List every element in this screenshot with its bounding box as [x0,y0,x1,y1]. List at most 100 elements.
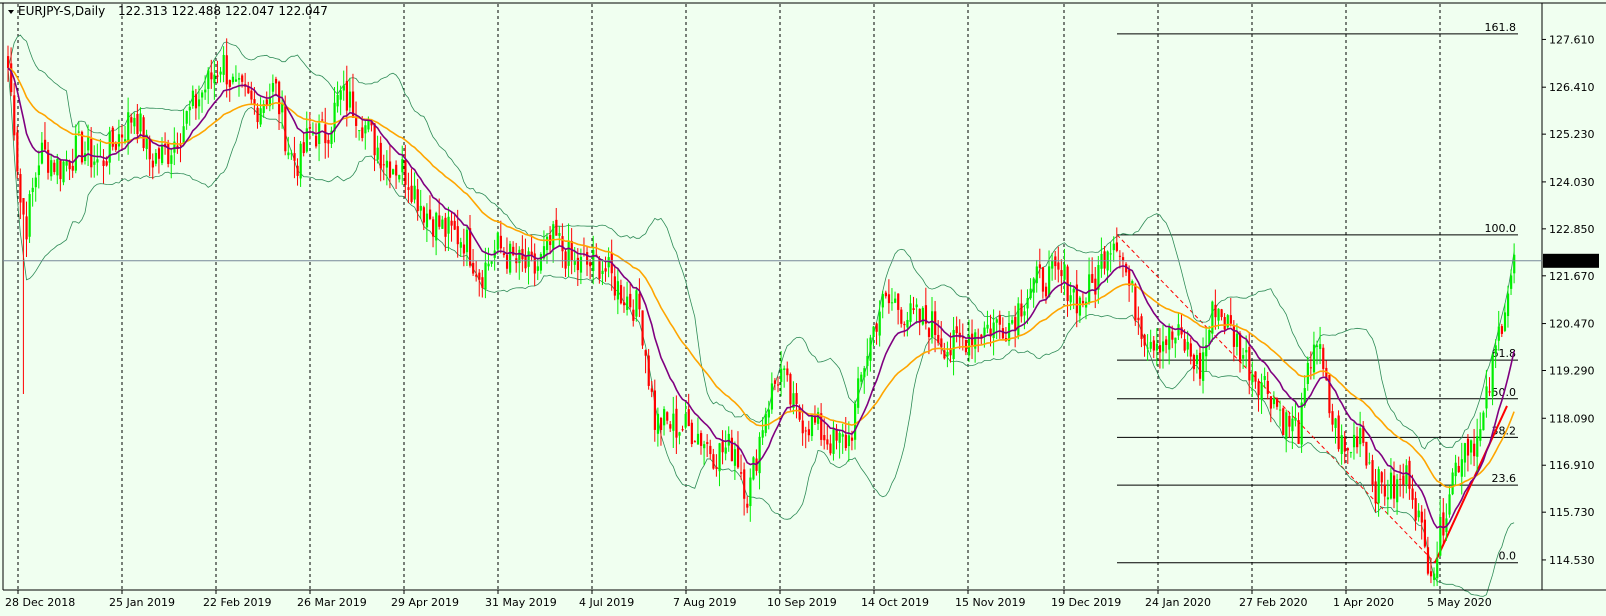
bear-candle [1134,284,1137,321]
bear-candle [712,454,715,469]
bull-candle [509,243,512,273]
bear-candle [613,276,616,296]
bear-candle [502,253,506,256]
bull-candle [758,436,761,474]
bear-candle [604,268,607,272]
bear-candle [940,338,943,348]
bull-candle [894,298,897,303]
bull-candle [170,155,173,164]
bear-candle [7,56,10,69]
fib-level-label: 23.6 [1492,472,1517,485]
bear-candle [1223,317,1226,330]
bull-candle [1451,472,1454,495]
bear-candle [1140,316,1143,339]
bear-candle [955,326,958,334]
bear-candle [884,292,887,297]
bear-candle [555,219,558,236]
bear-candle [777,384,780,386]
bear-candle [1383,484,1386,497]
bear-candle [693,441,697,443]
bear-candle [1060,270,1063,277]
price-chart[interactable]: 161.8100.061.850.038.223.60.0 127.610126… [0,0,1606,612]
bull-candle [573,260,576,265]
bear-candle [308,127,312,129]
bear-candle [820,413,823,440]
bear-candle [1442,512,1445,536]
bull-candle [539,254,543,271]
bull-candle [419,205,422,211]
bull-candle [435,212,438,241]
bear-candle [1198,352,1202,379]
bull-candle [703,444,706,449]
bull-candle [401,159,404,173]
bear-candle [450,220,453,226]
bull-candle [490,261,493,264]
bear-candle [850,437,854,441]
y-tick-label: 116.910 [1549,459,1595,472]
bear-candle [653,390,656,430]
bear-candle [1393,475,1396,499]
x-tick-label: 31 May 2019 [485,596,557,609]
bear-candle [1337,415,1340,450]
bear-candle [438,215,441,227]
bull-candle [1497,326,1500,341]
bull-candle [231,76,235,83]
bull-candle [552,224,555,249]
bull-candle [1162,341,1165,352]
bull-candle [108,131,111,163]
bear-candle [327,139,330,144]
bull-candle [1312,344,1316,373]
bear-candle [130,117,133,123]
bull-candle [749,477,752,507]
bear-candle [1473,443,1476,457]
y-tick-label: 122.850 [1549,223,1595,236]
bull-candle [1029,288,1032,299]
bull-candle [1316,345,1319,347]
bull-candle [1463,443,1467,463]
bull-candle [946,351,949,357]
bull-candle [487,263,490,267]
bull-candle [854,403,857,440]
bull-candle [992,322,995,338]
bear-candle [296,165,299,176]
bear-candle [998,314,1001,325]
chart-window[interactable]: 161.8 100.0 61.8 50.0 38.2 23.6 0.0 127.610 126… [0,0,1606,612]
x-tick-label: 19 Dec 2019 [1051,596,1121,609]
bear-candle [1322,347,1325,369]
bull-candle [1436,558,1439,579]
bull-candle [398,174,401,180]
bear-candle [1001,328,1005,339]
bull-candle [1285,412,1288,439]
bull-candle [684,413,687,428]
bear-candle [1103,251,1106,269]
bear-candle [1414,498,1417,521]
bull-candle [1479,429,1482,441]
bull-candle [783,368,786,371]
bull-candle [952,329,955,360]
bear-candle [801,420,804,434]
bear-candle [284,104,287,152]
bear-candle [1038,264,1041,268]
bull-candle [1396,479,1399,503]
bear-candle [826,439,829,445]
bear-candle [706,442,709,444]
bull-candle [367,120,370,130]
x-tick-label: 26 Mar 2019 [297,596,367,609]
bull-candle [1291,418,1294,432]
bull-candle [764,413,767,433]
x-tick-label: 5 May 2020 [1427,596,1492,609]
bull-candle [678,432,681,436]
bear-candle [900,309,903,324]
bear-candle [1466,438,1470,456]
bull-candle [906,319,909,328]
bear-candle [1091,274,1094,283]
bull-candle [234,79,238,82]
bear-candle [16,132,19,172]
bull-candle [1485,386,1488,409]
bear-candle [1057,262,1060,270]
bull-candle [878,311,881,336]
bull-candle [672,413,675,431]
y-tick-label: 124.030 [1549,176,1595,189]
bear-candle [740,472,743,474]
bear-candle [927,328,931,337]
